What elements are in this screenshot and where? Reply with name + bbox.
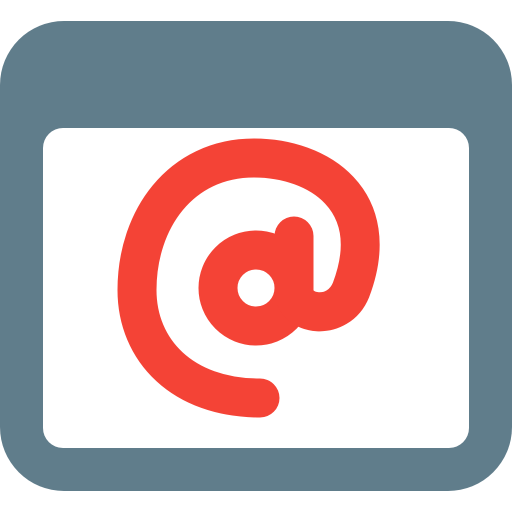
browser-window-icon [0,21,512,491]
icon-canvas [0,0,512,512]
